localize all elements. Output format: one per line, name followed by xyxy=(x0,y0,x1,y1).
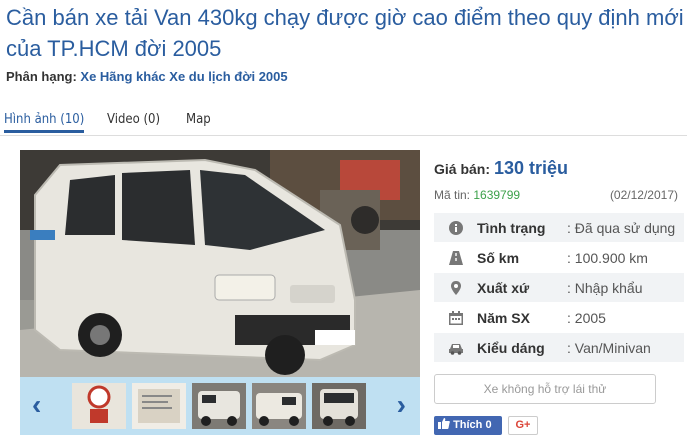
spec-value: : 100.900 km xyxy=(567,250,648,266)
thumbnail-3[interactable] xyxy=(192,383,246,429)
sign-thumb-icon xyxy=(72,383,126,429)
spec-value: : 2005 xyxy=(567,310,606,326)
media-tabs: Hình ảnh (10) Video (0) Map xyxy=(0,108,687,136)
spec-row-origin: Xuất xứ : Nhập khẩu xyxy=(434,272,684,302)
listing-id-row: Mã tin: 1639799 (02/12/2017) xyxy=(434,188,684,202)
spec-table: Tình trạng : Đã qua sử dụng Số km : 100.… xyxy=(434,212,684,362)
price-row: Giá bán: 130 triệu xyxy=(434,158,568,179)
van-thumb-icon xyxy=(312,383,366,429)
car-icon xyxy=(449,344,463,355)
spec-key: Năm SX xyxy=(477,310,530,326)
spec-value: : Nhập khẩu xyxy=(567,280,643,296)
category-label: Phân hạng: xyxy=(6,69,77,84)
tab-images[interactable]: Hình ảnh (10) xyxy=(4,112,85,133)
van-thumb-icon xyxy=(252,383,306,429)
thumbnail-5[interactable] xyxy=(312,383,366,429)
thumbnail-4[interactable] xyxy=(252,383,306,429)
calendar-icon xyxy=(449,311,463,325)
spec-row-mileage: Số km : 100.900 km xyxy=(434,242,684,272)
photo-gallery: ‹ › xyxy=(20,150,420,435)
thumbnail-strip: ‹ › xyxy=(20,377,420,435)
info-icon xyxy=(449,221,463,235)
van-photo-icon xyxy=(20,150,420,377)
category-link[interactable]: Xe Hãng khác Xe du lịch đời 2005 xyxy=(80,69,287,84)
thumbnail-2[interactable] xyxy=(132,383,186,429)
next-image-arrow[interactable]: › xyxy=(397,389,406,421)
spec-key: Xuất xứ xyxy=(477,280,530,296)
thumbnail-1[interactable] xyxy=(72,383,126,429)
google-plus-button[interactable]: G+ xyxy=(508,416,538,435)
spec-value: : Đã qua sử dụng xyxy=(567,220,676,236)
spec-row-condition: Tình trạng : Đã qua sử dụng xyxy=(434,212,684,242)
location-pin-icon xyxy=(451,281,461,295)
facebook-like-button[interactable]: Thích 0 xyxy=(434,416,502,435)
spec-row-year: Năm SX : 2005 xyxy=(434,302,684,332)
tab-video[interactable]: Video (0) xyxy=(107,112,160,127)
test-drive-button[interactable]: Xe không hỗ trợ lái thử xyxy=(434,374,656,404)
spec-value: : Van/Minivan xyxy=(567,340,651,356)
listing-id-value: 1639799 xyxy=(473,188,521,202)
document-thumb-icon xyxy=(132,383,186,429)
road-icon xyxy=(449,251,463,265)
thumbs-up-icon xyxy=(438,418,450,429)
spec-row-body-type: Kiểu dáng : Van/Minivan xyxy=(434,332,684,362)
category-line: Phân hạng: Xe Hãng khác Xe du lịch đời 2… xyxy=(6,69,288,84)
price-value: 130 triệu xyxy=(494,158,569,178)
spec-key: Số km xyxy=(477,250,520,266)
like-label: Thích 0 xyxy=(453,419,492,431)
listing-title: Cần bán xe tải Van 430kg chạy được giờ c… xyxy=(6,5,684,61)
spec-key: Kiểu dáng xyxy=(477,340,545,356)
prev-image-arrow[interactable]: ‹ xyxy=(32,389,41,421)
tab-map[interactable]: Map xyxy=(186,112,211,127)
spec-key: Tình trạng xyxy=(477,220,546,236)
price-label: Giá bán: xyxy=(434,161,491,177)
listing-date: (02/12/2017) xyxy=(609,188,678,202)
listing-id-label: Mã tin: xyxy=(434,188,471,202)
van-thumb-icon xyxy=(192,383,246,429)
main-van-photo[interactable] xyxy=(20,150,420,377)
